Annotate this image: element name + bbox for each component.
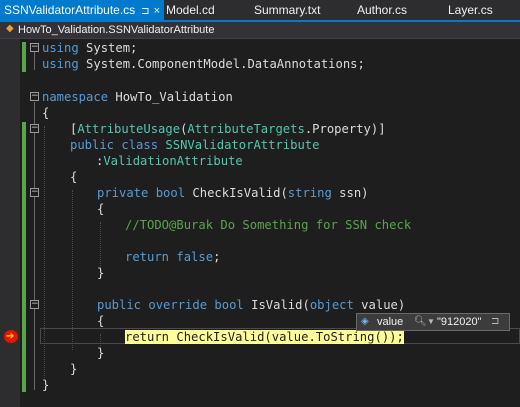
keyword: override xyxy=(141,298,208,312)
indent-guide xyxy=(100,222,101,270)
collapse-toggle[interactable]: − xyxy=(30,124,39,133)
tab-label: Model.cd xyxy=(166,3,215,17)
code-line: return false; xyxy=(125,249,220,265)
code-line: } xyxy=(97,345,104,361)
code-comment: //TODO@Burak Do Something for SSN check xyxy=(125,218,412,232)
tab-label: Author.cs xyxy=(357,3,408,17)
tab-label: Layer.cs xyxy=(448,3,493,17)
keyword: bool xyxy=(207,298,244,312)
document-tab-bar: SSNValidatorAttribute.cs ⊐ × Model.cd Summ… xyxy=(0,0,520,22)
collapse-toggle[interactable]: − xyxy=(30,188,39,197)
code-text: } xyxy=(42,378,50,392)
keyword: false xyxy=(169,250,214,264)
code-line: public class SSNValidatorAttribute xyxy=(70,137,320,153)
tab-author-cs[interactable]: Author.cs xyxy=(357,0,407,20)
code-line: } xyxy=(70,361,77,377)
tab-model-cd[interactable]: Model.cd xyxy=(166,0,215,20)
code-text: System; xyxy=(78,41,138,55)
collapse-toggle[interactable]: − xyxy=(30,43,39,52)
current-statement-line: return CheckIsValid(value.ToString()); xyxy=(125,329,404,345)
code-line: using System.ComponentModel.DataAnnotati… xyxy=(42,56,365,72)
type-name: ValidationAttribute xyxy=(103,154,243,168)
code-line: private bool CheckIsValid(string ssn) xyxy=(97,185,369,201)
keyword: public xyxy=(97,298,142,312)
code-line: //TODO@Burak Do Something for SSN check xyxy=(125,217,411,233)
code-text: value) xyxy=(353,298,406,312)
code-text: { xyxy=(70,170,78,184)
code-line: public override bool IsValid(object valu… xyxy=(97,297,405,313)
keyword: return xyxy=(125,250,170,264)
code-text: { xyxy=(42,106,50,120)
tab-label: SSNValidatorAttribute.cs xyxy=(4,3,136,17)
datatip-value[interactable]: "912020" xyxy=(437,315,482,329)
code-text: IsValid( xyxy=(243,298,310,312)
pin-icon[interactable]: ⊐ xyxy=(491,315,499,329)
dropdown-icon[interactable]: ▼ xyxy=(427,315,435,329)
code-line: { xyxy=(42,105,49,121)
indent-guide xyxy=(72,190,73,350)
pin-icon[interactable]: ⊐ xyxy=(141,6,149,17)
code-text: ssn) xyxy=(331,186,369,200)
class-icon: ◆ xyxy=(6,23,14,34)
keyword: return xyxy=(125,330,170,344)
code-line: [AttributeUsage(AttributeTargets.Propert… xyxy=(70,121,386,137)
code-line: { xyxy=(97,201,104,217)
code-text: } xyxy=(97,346,105,360)
code-line: } xyxy=(42,377,49,393)
keyword: public xyxy=(70,138,115,152)
code-text: CheckIsValid( xyxy=(185,186,288,200)
code-text: } xyxy=(97,266,105,280)
type-name: SSNValidatorAttribute xyxy=(158,138,320,152)
outline-line xyxy=(34,52,35,70)
navigation-bar[interactable]: ◆ HowTo_Validation.SSNValidatorAttribute xyxy=(0,22,520,39)
code-text: } xyxy=(70,362,78,376)
keyword: bool xyxy=(148,186,186,200)
datatip-variable-name: value xyxy=(377,316,404,328)
keyword: private xyxy=(97,186,149,200)
type-name: AttributeUsage xyxy=(77,122,181,136)
code-text: CheckIsValid(value.ToString()); xyxy=(169,330,404,344)
outline-line xyxy=(34,310,35,358)
code-line: namespace HowTo_Validation xyxy=(42,89,233,105)
code-line: :ValidationAttribute xyxy=(96,153,243,169)
tab-ssnvalidatorattribute[interactable]: SSNValidatorAttribute.cs ⊐ × xyxy=(0,0,164,20)
code-text: .Property)] xyxy=(304,122,386,136)
outline-line xyxy=(34,198,35,278)
code-text: HowTo_Validation xyxy=(108,90,233,104)
tab-layer-cs[interactable]: Layer.cs xyxy=(448,0,493,20)
code-line: } xyxy=(97,265,104,281)
variable-icon: ◈ xyxy=(361,316,369,327)
collapse-toggle[interactable]: − xyxy=(30,92,39,101)
tab-summary-txt[interactable]: Summary.txt xyxy=(254,0,320,20)
current-statement-highlight: return CheckIsValid(value.ToString()); xyxy=(125,330,404,344)
tab-label: Summary.txt xyxy=(254,3,321,17)
keyword: class xyxy=(114,138,159,152)
navigation-path: HowTo_Validation.SSNValidatorAttribute xyxy=(18,24,215,36)
code-text: { xyxy=(97,314,105,328)
keyword: using xyxy=(42,41,79,55)
keyword: using xyxy=(42,57,79,71)
keyword: object xyxy=(309,298,354,312)
code-text: { xyxy=(97,202,105,216)
code-line: { xyxy=(97,313,104,329)
type-name: AttributeTargets xyxy=(187,122,305,136)
collapse-toggle[interactable]: − xyxy=(30,300,39,309)
code-line: { xyxy=(70,169,77,185)
keyword: namespace xyxy=(42,90,109,104)
code-text: System.ComponentModel.DataAnnotations; xyxy=(78,57,365,71)
code-line: using System; xyxy=(42,40,137,56)
magnifier-icon[interactable]: 🔍︎ xyxy=(414,315,427,329)
close-icon[interactable]: × xyxy=(154,5,160,17)
keyword: string xyxy=(287,186,332,200)
code-text: ; xyxy=(213,250,221,264)
debugger-datatip[interactable]: ◈ value 🔍︎ ▼ "912020" ⊐ xyxy=(356,313,510,331)
